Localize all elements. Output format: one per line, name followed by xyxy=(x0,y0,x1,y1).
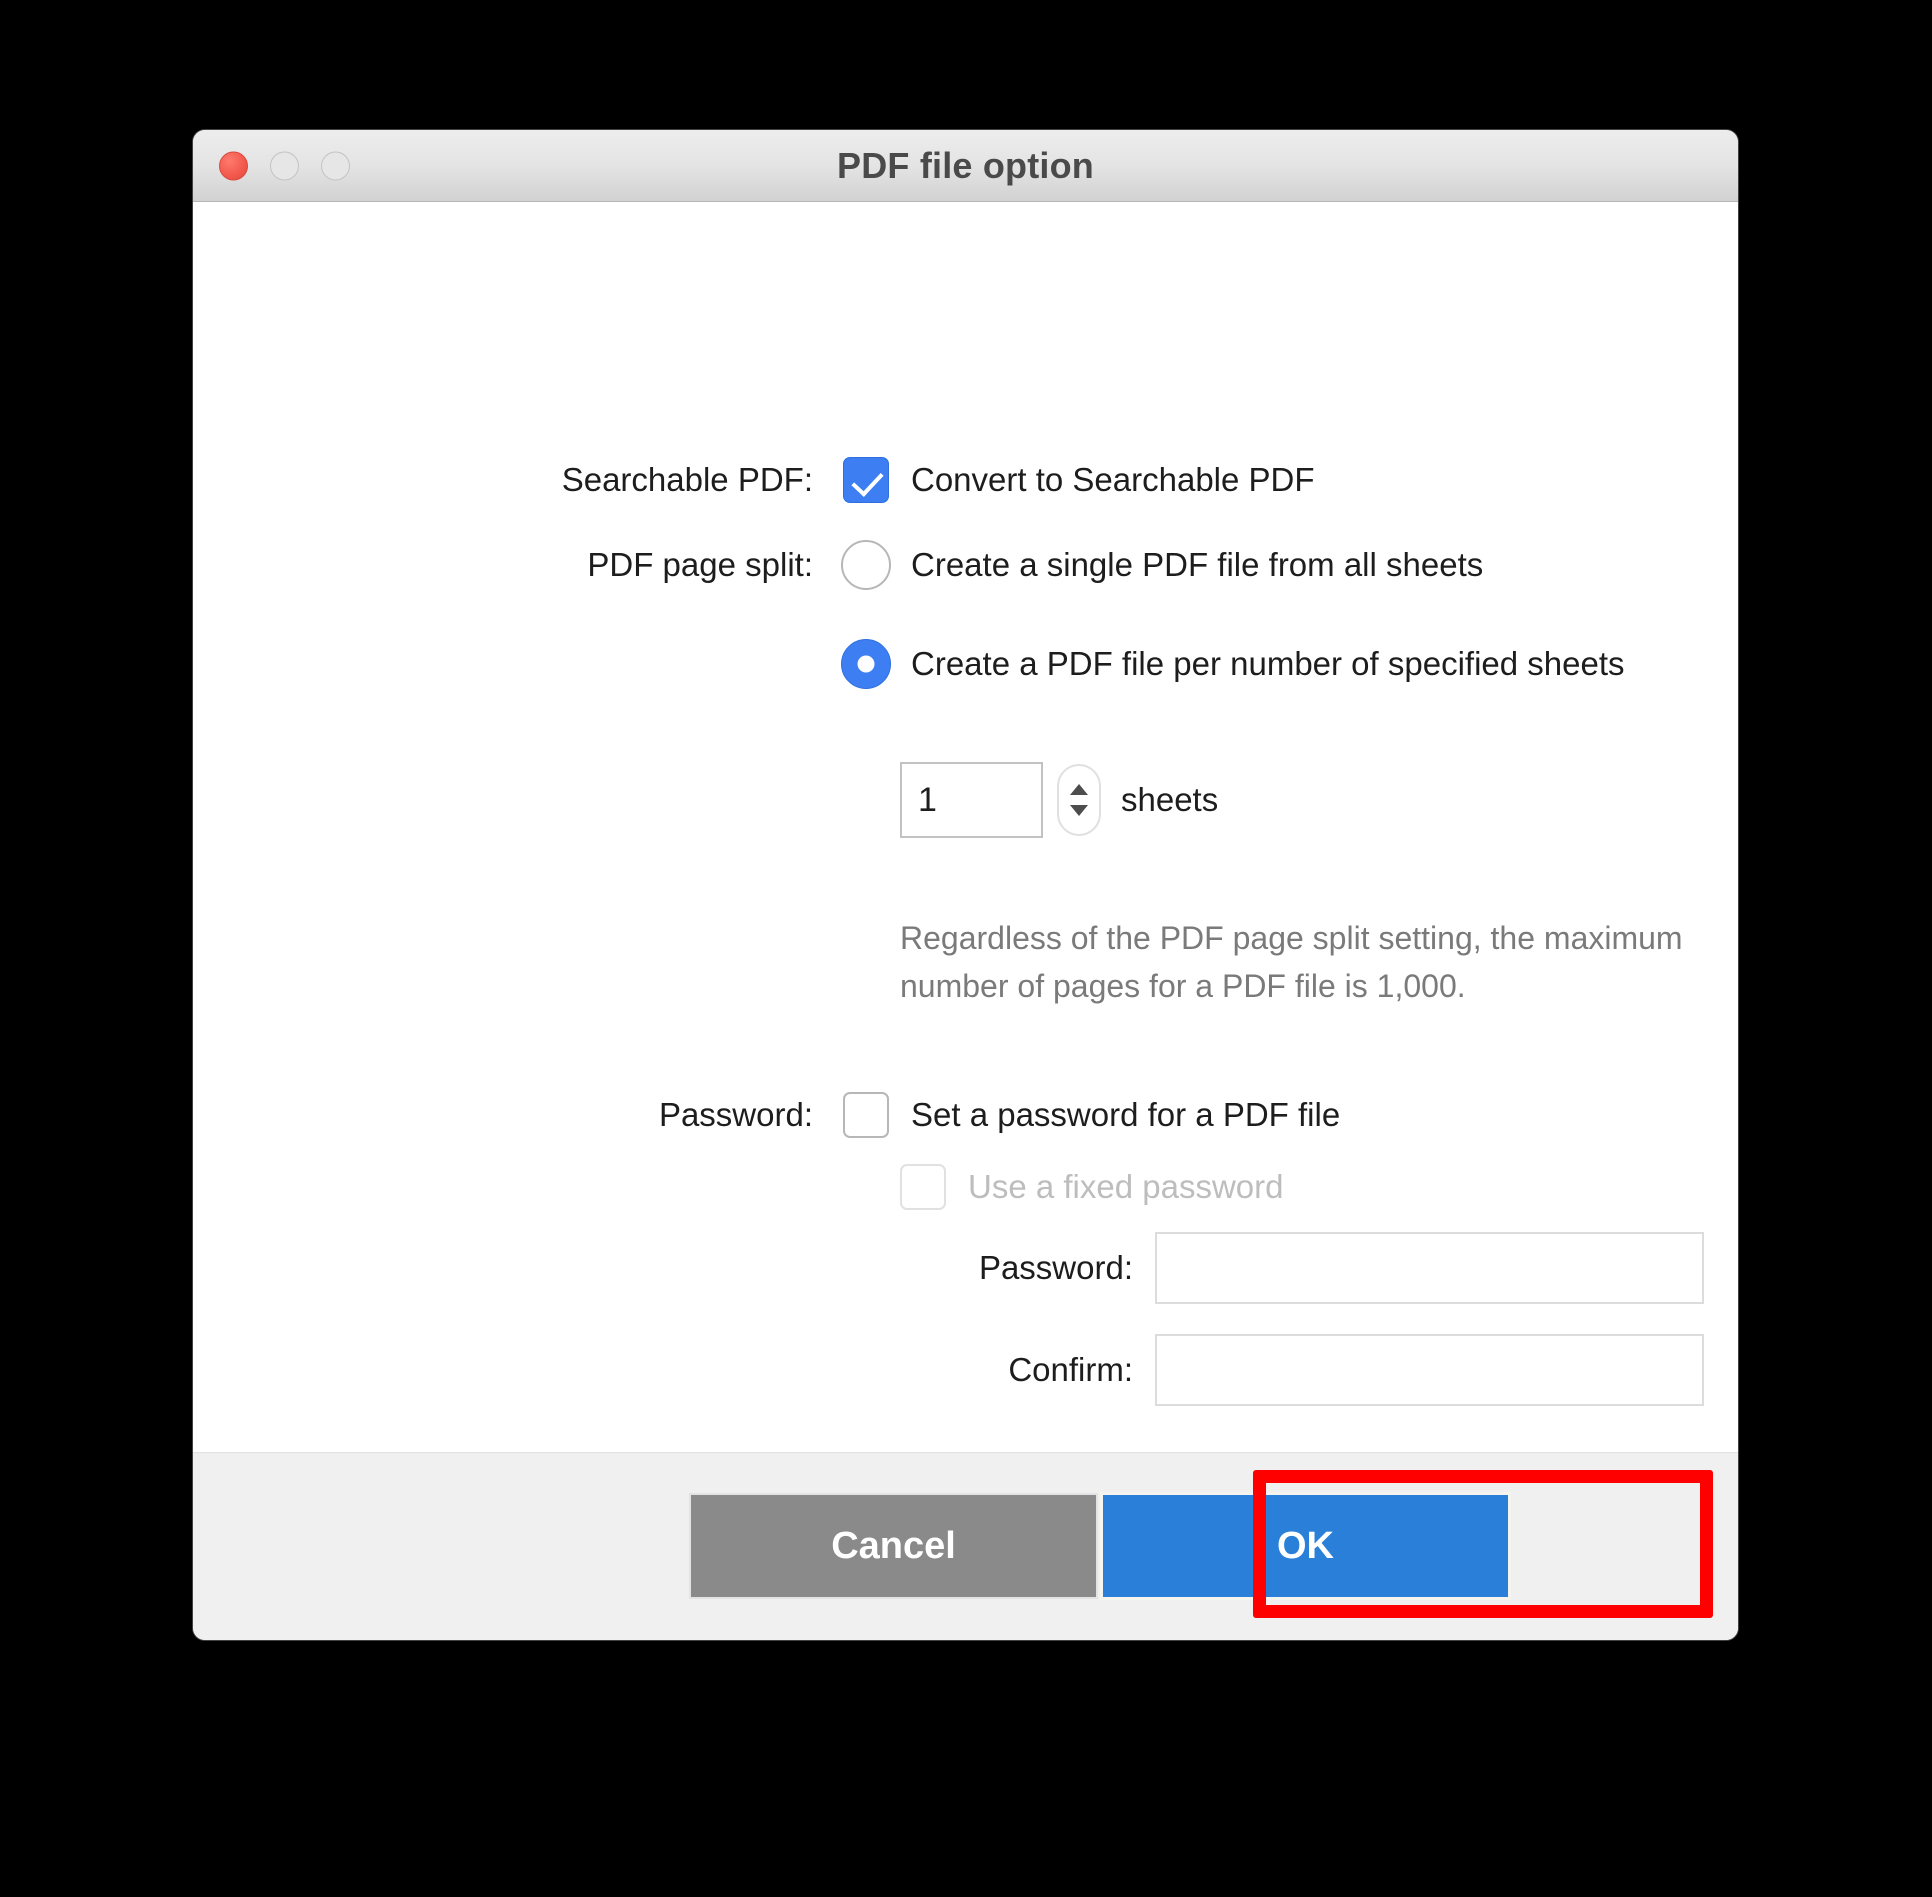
page-split-note: Regardless of the PDF page split setting… xyxy=(900,920,1683,1004)
convert-to-searchable-pdf-label[interactable]: Convert to Searchable PDF xyxy=(911,461,1315,499)
confirm-input-label: Confirm: xyxy=(1008,1351,1133,1388)
per-sheets-label[interactable]: Create a PDF file per number of specifie… xyxy=(911,645,1625,683)
pdf-file-option-dialog: PDF file option Searchable PDF: Convert … xyxy=(193,130,1738,1640)
password-input[interactable] xyxy=(1155,1232,1704,1304)
maximize-window-icon[interactable] xyxy=(321,151,350,180)
cancel-button[interactable]: Cancel xyxy=(691,1495,1096,1597)
password-input-label: Password: xyxy=(978,1249,1133,1286)
stepper-up-icon[interactable] xyxy=(1070,784,1088,795)
searchable-pdf-row: Searchable PDF: Convert to Searchable PD… xyxy=(273,457,1673,503)
confirm-password-input[interactable] xyxy=(1155,1334,1704,1406)
password-input-row: Password: xyxy=(713,1232,1704,1304)
stepper-down-icon[interactable] xyxy=(1070,805,1088,816)
set-password-label[interactable]: Set a password for a PDF file xyxy=(911,1096,1340,1134)
per-sheets-radio[interactable] xyxy=(841,639,891,689)
pdf-page-split-row: PDF page split: Create a single PDF file… xyxy=(273,540,1673,590)
confirm-input-row: Confirm: xyxy=(713,1334,1704,1406)
ok-button[interactable]: OK xyxy=(1103,1495,1508,1597)
use-fixed-password-checkbox[interactable] xyxy=(900,1164,946,1210)
convert-to-searchable-pdf-checkbox[interactable] xyxy=(843,457,889,503)
password-section-label: Password: xyxy=(658,1096,813,1133)
pdf-page-split-label: PDF page split: xyxy=(587,546,813,583)
sheets-stepper[interactable] xyxy=(1057,764,1101,836)
minimize-window-icon[interactable] xyxy=(270,151,299,180)
screen-background: PDF file option Searchable PDF: Convert … xyxy=(0,0,1932,1897)
fixed-password-row: Use a fixed password xyxy=(900,1164,1283,1210)
single-pdf-label[interactable]: Create a single PDF file from all sheets xyxy=(911,546,1483,584)
close-window-icon[interactable] xyxy=(219,151,248,180)
window-titlebar[interactable]: PDF file option xyxy=(193,130,1738,202)
traffic-light-group xyxy=(219,151,350,180)
sheets-number-input[interactable]: 1 xyxy=(900,762,1043,838)
use-fixed-password-label[interactable]: Use a fixed password xyxy=(968,1168,1283,1206)
dialog-footer: Cancel OK xyxy=(193,1452,1738,1640)
set-password-checkbox[interactable] xyxy=(843,1092,889,1138)
single-pdf-radio[interactable] xyxy=(841,540,891,590)
window-title: PDF file option xyxy=(837,144,1094,186)
sheets-stepper-row: 1 sheets xyxy=(900,762,1218,838)
password-row: Password: Set a password for a PDF file xyxy=(273,1092,1673,1138)
sheets-unit-label: sheets xyxy=(1121,781,1219,818)
dialog-body: Searchable PDF: Convert to Searchable PD… xyxy=(193,202,1738,1452)
searchable-pdf-label: Searchable PDF: xyxy=(561,461,813,498)
per-sheets-row: Create a PDF file per number of specifie… xyxy=(841,639,1625,689)
